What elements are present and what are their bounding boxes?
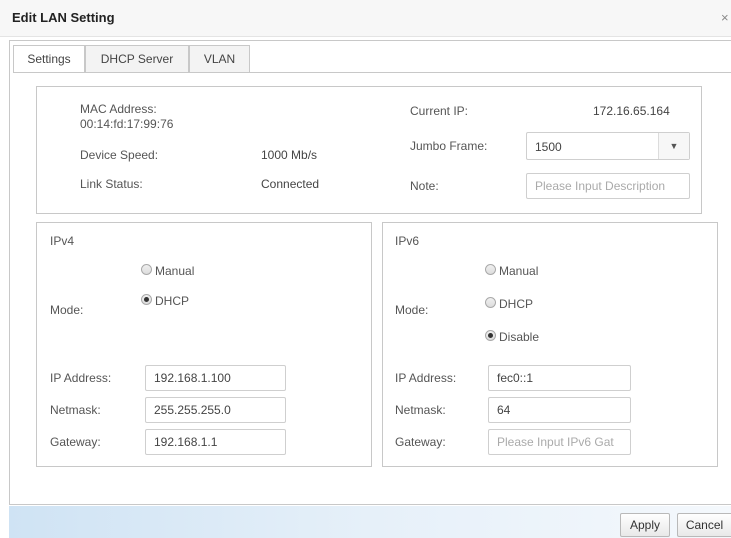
ipv4-mode-dhcp-option[interactable]: DHCP — [141, 293, 189, 308]
device-speed-label: Device Speed: — [80, 148, 159, 162]
ipv4-gateway-input[interactable] — [145, 429, 286, 455]
ipv6-mode-manual-radio[interactable] — [485, 264, 496, 276]
ipv6-netmask-input[interactable] — [488, 397, 631, 423]
dialog-titlebar: Edit LAN Setting × — [0, 0, 731, 37]
mac-address-value: 00:14:fd:17:99:76 — [80, 117, 174, 131]
ipv6-mode-disable-label: Disable — [499, 329, 540, 344]
ipv6-mode-disable-option[interactable]: Disable — [485, 329, 539, 344]
note-input[interactable] — [526, 173, 690, 199]
current-ip-label: Current IP: — [410, 104, 469, 118]
jumbo-frame-value: 1500 — [535, 140, 562, 154]
note-label: Note: — [410, 179, 439, 193]
ipv4-mode-manual-label: Manual — [155, 263, 195, 278]
ipv6-mode-dhcp-radio[interactable] — [485, 297, 496, 309]
ipv4-mode-dhcp-radio[interactable] — [141, 294, 152, 306]
ipv6-mode-manual-option[interactable]: Manual — [485, 263, 538, 278]
ipv6-netmask-label: Netmask: — [395, 403, 446, 417]
ipv4-heading: IPv4 — [50, 234, 75, 248]
ipv4-gateway-label: Gateway: — [50, 435, 101, 449]
tab-settings[interactable]: Settings — [13, 45, 85, 73]
ipv6-ip-address-label: IP Address: — [395, 371, 457, 385]
ipv4-ip-address-label: IP Address: — [50, 371, 112, 385]
ipv6-mode-dhcp-option[interactable]: DHCP — [485, 296, 533, 311]
ipv4-mode-label: Mode: — [50, 303, 84, 317]
device-speed-value: 1000 Mb/s — [261, 148, 318, 162]
link-status-value: Connected — [261, 177, 320, 191]
jumbo-frame-label: Jumbo Frame: — [410, 139, 488, 153]
ipv4-mode-manual-option[interactable]: Manual — [141, 263, 194, 278]
ipv4-mode-dhcp-label: DHCP — [155, 293, 190, 308]
ipv4-netmask-input[interactable] — [145, 397, 286, 423]
ipv6-gateway-label: Gateway: — [395, 435, 446, 449]
cancel-button[interactable]: Cancel — [677, 513, 731, 537]
ipv6-mode-manual-label: Manual — [499, 263, 539, 278]
dialog-title: Edit LAN Setting — [12, 10, 115, 25]
ipv4-mode-manual-radio[interactable] — [141, 264, 152, 276]
apply-button[interactable]: Apply — [620, 513, 670, 537]
ipv6-ip-address-input[interactable] — [488, 365, 631, 391]
ipv4-netmask-label: Netmask: — [50, 403, 101, 417]
jumbo-frame-select[interactable]: 1500 ▼ — [526, 132, 690, 160]
tab-divider — [13, 72, 731, 73]
current-ip-value: 172.16.65.164 — [593, 104, 670, 118]
ipv6-gateway-input[interactable] — [488, 429, 631, 455]
close-icon[interactable]: × — [721, 10, 731, 25]
ipv6-mode-label: Mode: — [395, 303, 429, 317]
mac-address-label: MAC Address: — [80, 102, 157, 116]
ipv6-heading: IPv6 — [395, 234, 420, 248]
ipv6-mode-dhcp-label: DHCP — [499, 296, 534, 311]
tab-dhcp-server[interactable]: DHCP Server — [85, 45, 189, 72]
chevron-down-icon[interactable]: ▼ — [658, 133, 689, 159]
link-status-label: Link Status: — [80, 177, 143, 191]
ipv4-ip-address-input[interactable] — [145, 365, 286, 391]
ipv6-mode-disable-radio[interactable] — [485, 330, 496, 342]
tab-vlan[interactable]: VLAN — [189, 45, 250, 72]
